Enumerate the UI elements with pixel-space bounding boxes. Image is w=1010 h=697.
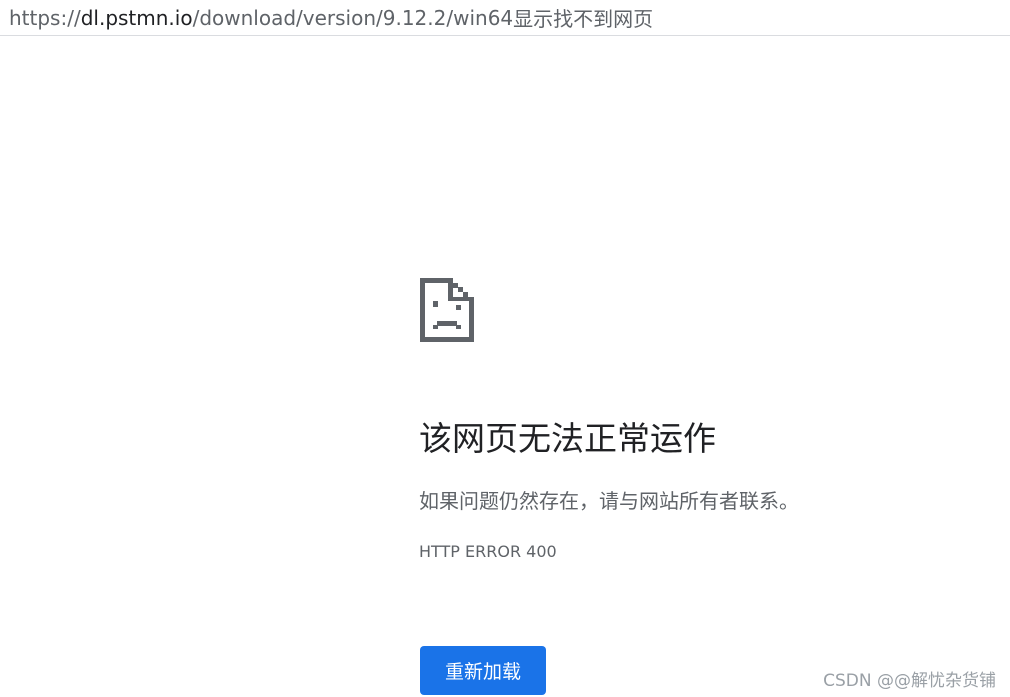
url-scheme: https://: [9, 5, 81, 30]
error-message: 如果问题仍然存在，请与网站所有者联系。: [419, 489, 799, 513]
error-code: HTTP ERROR 400: [419, 542, 557, 561]
error-title: 该网页无法正常运作: [419, 419, 716, 458]
url-path: /download/version/9.12.2/win64: [192, 5, 514, 30]
address-bar[interactable]: https://dl.pstmn.io/download/version/9.1…: [0, 0, 1010, 36]
reload-button[interactable]: 重新加载: [420, 646, 546, 695]
url-host: dl.pstmn.io: [80, 5, 193, 30]
url-annotation: 显示找不到网页: [513, 7, 654, 31]
sad-page-icon: [419, 277, 475, 343]
watermark: CSDN @@解忧杂货铺: [823, 671, 996, 691]
